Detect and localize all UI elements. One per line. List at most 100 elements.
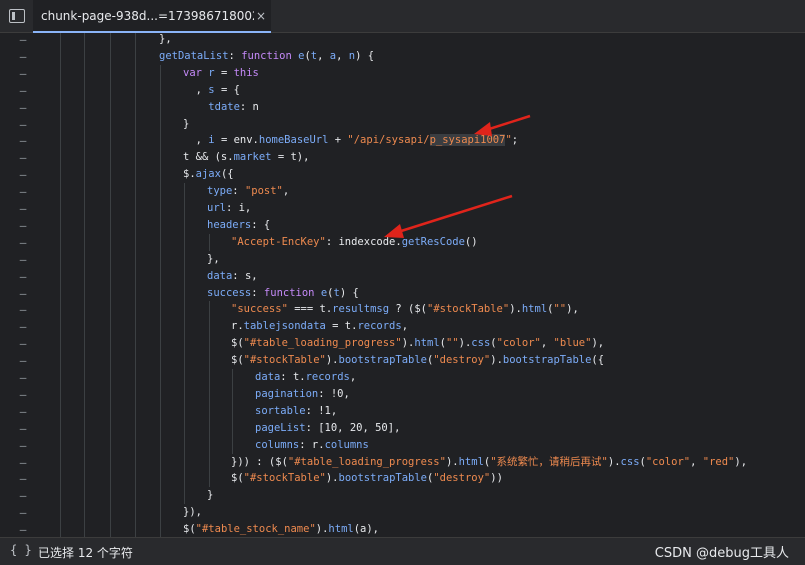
indent-guide	[84, 98, 85, 116]
code-line[interactable]: – pagination: !0,	[0, 385, 805, 403]
code-line[interactable]: – headers: {	[0, 216, 805, 234]
code-line[interactable]: –}	[0, 115, 805, 133]
line-gutter-marker[interactable]: –	[0, 234, 46, 251]
code-text: }),	[183, 504, 202, 521]
code-line[interactable]: – , i = env.homeBaseUrl + "/api/sysapi/p…	[0, 132, 805, 150]
indent-guide	[135, 504, 136, 522]
code-line[interactable]: – url: i,	[0, 200, 805, 217]
code-line[interactable]: – getDataList: function e(t, a, n) {	[0, 47, 805, 65]
line-gutter-marker[interactable]: –	[0, 48, 46, 65]
indent-guide	[110, 504, 111, 522]
code-token: pageList	[255, 421, 306, 434]
code-token: html	[414, 337, 440, 350]
indent-guide	[84, 233, 85, 251]
code-token: }	[207, 489, 214, 502]
code-token: = t.	[325, 320, 358, 333]
tab-title: chunk-page-938d...=1739867180027	[41, 8, 254, 23]
code-token: html	[521, 303, 548, 316]
code-line[interactable]: – $("#table_loading_progress").html("").c…	[0, 335, 805, 353]
code-token: ),	[591, 337, 605, 350]
indent-guide	[184, 436, 185, 454]
code-line[interactable]: – tdate: n	[0, 98, 805, 116]
code-text: "success" === t.resultmsg ? ($("#stockTa…	[231, 301, 579, 318]
line-gutter-marker[interactable]: –	[0, 437, 46, 454]
code-token: sortable	[255, 404, 306, 417]
code-text: data: t.records,	[255, 369, 356, 386]
code-token: = t),	[271, 151, 310, 164]
code-line[interactable]: – data: t.records,	[0, 369, 805, 386]
code-line[interactable]: – data: s,	[0, 267, 805, 285]
line-gutter-marker[interactable]: –	[0, 301, 46, 318]
code-line[interactable]: – success: function e(t) {	[0, 284, 805, 302]
indent-guide	[160, 98, 161, 116]
line-gutter-marker[interactable]: –	[0, 285, 46, 302]
line-gutter-marker[interactable]: –	[0, 149, 46, 166]
line-gutter-marker[interactable]: –	[0, 65, 46, 82]
code-line[interactable]: – t && (s.market = t),	[0, 149, 805, 167]
line-gutter-marker[interactable]: –	[0, 403, 46, 420]
code-line[interactable]: – r.tablejsondata = t.records,	[0, 318, 805, 336]
line-gutter-marker[interactable]: –	[0, 82, 46, 99]
code-token: columns	[324, 438, 369, 451]
code-token: : [10, 20, 50],	[305, 421, 401, 434]
indent-guide	[232, 402, 233, 420]
line-gutter-marker[interactable]: –	[0, 335, 46, 352]
code-line[interactable]: –},	[0, 33, 805, 48]
indent-guide	[160, 183, 161, 201]
line-gutter-marker[interactable]: –	[0, 33, 46, 48]
indent-guide	[160, 335, 161, 353]
code-line[interactable]: – $("#stockTable").bootstrapTable("destro…	[0, 352, 805, 370]
code-line[interactable]: – $("#table_stock_name").html(a),	[0, 521, 805, 537]
indent-guide	[160, 284, 161, 302]
line-gutter-marker[interactable]: –	[0, 166, 46, 183]
line-gutter-marker[interactable]: –	[0, 200, 46, 217]
line-gutter-marker[interactable]: –	[0, 386, 46, 403]
indent-guide	[135, 318, 136, 336]
line-gutter-marker[interactable]: –	[0, 268, 46, 285]
code-line[interactable]: –}	[0, 487, 805, 505]
code-line[interactable]: – $("#stockTable").bootstrapTable("destro…	[0, 470, 805, 488]
indent-guide	[135, 301, 136, 319]
code-text: tdate: n	[183, 99, 259, 116]
line-gutter-marker[interactable]: –	[0, 369, 46, 386]
tab-source-file[interactable]: chunk-page-938d...=1739867180027 ×	[33, 0, 271, 33]
code-token: "color"	[496, 337, 541, 350]
indent-guide	[160, 200, 161, 217]
code-line[interactable]: –})) : ($("#table_loading_progress").htm…	[0, 453, 805, 471]
line-gutter-marker[interactable]: –	[0, 217, 46, 234]
indent-guide	[160, 216, 161, 234]
code-editor[interactable]: –}, – getDataList: function e(t, a, n) {– v…	[0, 33, 805, 537]
indent-guide	[84, 183, 85, 201]
line-gutter-marker[interactable]: –	[0, 352, 46, 369]
code-token: html	[328, 523, 354, 536]
line-gutter-marker[interactable]: –	[0, 99, 46, 116]
code-line[interactable]: – var r = this	[0, 64, 805, 82]
indent-guide	[84, 166, 85, 184]
line-gutter-marker[interactable]: –	[0, 487, 46, 504]
line-gutter-marker[interactable]: –	[0, 318, 46, 335]
line-gutter-marker[interactable]: –	[0, 454, 46, 471]
pretty-print-icon[interactable]: { }	[10, 543, 32, 557]
line-gutter-marker[interactable]: –	[0, 116, 46, 133]
code-line[interactable]: – , s = {	[0, 81, 805, 99]
line-gutter-marker[interactable]: –	[0, 251, 46, 268]
indent-guide	[110, 470, 111, 488]
line-gutter-marker[interactable]: –	[0, 420, 46, 437]
code-line[interactable]: – $.ajax({	[0, 166, 805, 184]
line-gutter-marker[interactable]: –	[0, 504, 46, 521]
line-gutter-marker[interactable]: –	[0, 521, 46, 537]
line-gutter-marker[interactable]: –	[0, 183, 46, 200]
code-line[interactable]: – "success" === t.resultmsg ? ($("#stockT…	[0, 301, 805, 319]
code-line[interactable]: – sortable: !1,	[0, 402, 805, 420]
code-line[interactable]: –}),	[0, 504, 805, 522]
line-gutter-marker[interactable]: –	[0, 470, 46, 487]
code-line[interactable]: – type: "post",	[0, 183, 805, 201]
code-line[interactable]: – "Accept-EncKey": indexcode.getResCode()	[0, 233, 805, 251]
code-line[interactable]: – pageList: [10, 20, 50],	[0, 419, 805, 437]
code-token: : {	[251, 218, 271, 231]
close-icon[interactable]: ×	[254, 9, 268, 23]
code-line[interactable]: – columns: r.columns	[0, 436, 805, 454]
line-gutter-marker[interactable]: –	[0, 132, 46, 149]
code-line[interactable]: –},	[0, 250, 805, 268]
sidebar-toggle-icon[interactable]	[8, 8, 26, 24]
